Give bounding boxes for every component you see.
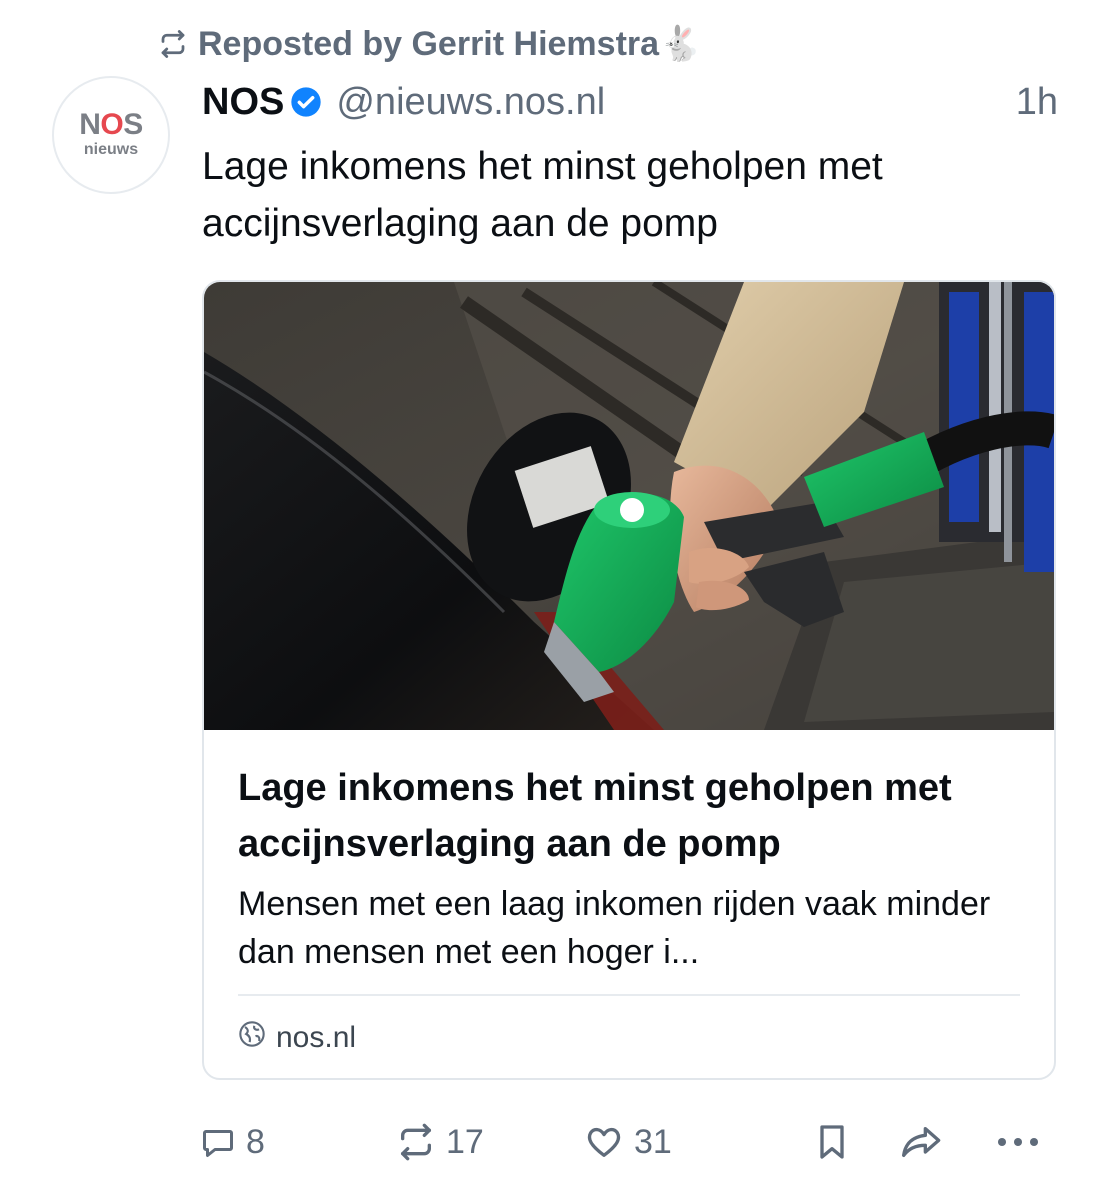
more-icon: [996, 1136, 1040, 1148]
author-handle[interactable]: @nieuws.nos.nl: [336, 81, 605, 124]
rabbit-emoji: 🐇: [659, 25, 702, 63]
bookmark-icon: [812, 1122, 852, 1162]
card-domain: nos.nl: [238, 1016, 356, 1060]
like-button[interactable]: 31: [584, 1114, 672, 1170]
post-text: Lage inkomens het minst geholpen met acc…: [202, 145, 883, 245]
card-image: [204, 282, 1054, 730]
reply-button[interactable]: 8: [200, 1114, 265, 1170]
reply-count: 8: [246, 1122, 265, 1161]
share-button[interactable]: [900, 1114, 944, 1170]
repost-indicator[interactable]: Reposted by Gerrit Hiemstra🐇: [158, 22, 701, 66]
card-title: Lage inkomens het minst geholpen met acc…: [238, 767, 952, 865]
repost-button[interactable]: 17: [396, 1114, 484, 1170]
repost-count: 17: [446, 1122, 484, 1161]
link-preview-card[interactable]: Lage inkomens het minst geholpen met acc…: [202, 280, 1056, 1080]
avatar[interactable]: NOS nieuws: [52, 76, 170, 194]
repost-icon: [158, 29, 188, 59]
display-name[interactable]: NOS: [202, 81, 284, 124]
verified-badge-icon: [290, 86, 322, 118]
card-domain-text: nos.nl: [276, 1021, 357, 1054]
like-count: 31: [634, 1122, 672, 1161]
bookmark-button[interactable]: [812, 1114, 852, 1170]
globe-icon: [238, 1020, 266, 1056]
action-bar: 8 17 31: [200, 1114, 1060, 1170]
card-description: Mensen met een laag inkomen rijden vaak …: [238, 885, 991, 971]
avatar-sub-label: nieuws: [83, 141, 139, 158]
heart-icon: [584, 1122, 624, 1162]
share-icon: [900, 1122, 944, 1162]
more-options-button[interactable]: [996, 1114, 1040, 1170]
post-header: NOS @nieuws.nos.nl 1h: [202, 76, 1058, 128]
repost-label: Reposted by Gerrit Hiemstra: [198, 25, 660, 63]
card-divider: [238, 994, 1020, 996]
reply-icon: [200, 1124, 236, 1160]
nos-logo: NOS: [79, 108, 143, 141]
repost-icon: [396, 1122, 436, 1162]
post-time[interactable]: 1h: [1016, 81, 1058, 124]
